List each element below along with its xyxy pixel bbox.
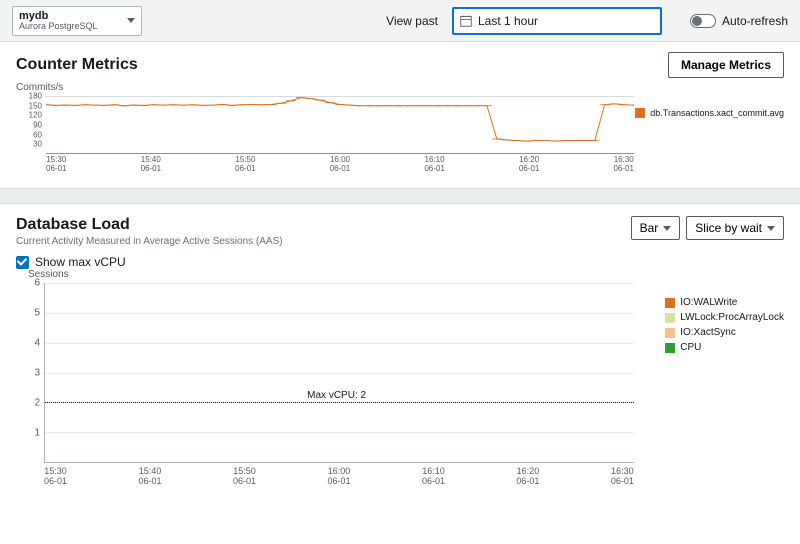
y-tick: 2 (34, 398, 40, 409)
y-tick: 30 (33, 140, 42, 149)
legend-swatch (665, 343, 675, 353)
y-tick: 3 (34, 368, 40, 379)
x-tick: 15:3006-01 (44, 467, 67, 491)
y-tick: 60 (33, 130, 42, 139)
db-name: mydb (19, 10, 98, 22)
slice-by-dropdown[interactable]: Slice by wait (686, 216, 784, 240)
legend-swatch (635, 108, 645, 118)
x-tick: 15:5006-01 (235, 156, 255, 178)
chevron-down-icon (127, 18, 135, 23)
legend-label: LWLock:ProcArrayLock (680, 312, 784, 323)
db-engine: Aurora PostgreSQL (19, 22, 98, 32)
chevron-down-icon (767, 226, 775, 231)
y-tick: 180 (29, 92, 42, 101)
y-tick: 5 (34, 308, 40, 319)
time-range-selector[interactable]: Last 1 hour (452, 7, 662, 35)
legend-item: LWLock:ProcArrayLock (665, 312, 784, 323)
counter-legend: db.Transactions.xact_commit.avg (635, 108, 784, 118)
chart-type-dropdown[interactable]: Bar (631, 216, 681, 240)
load-legend: IO:WALWrite LWLock:ProcArrayLock IO:XactSy… (665, 297, 784, 357)
x-tick: 15:4006-01 (141, 156, 161, 178)
x-tick: 16:1006-01 (422, 467, 445, 491)
calendar-icon (460, 15, 472, 27)
legend-item: CPU (665, 342, 784, 353)
x-tick: 16:1006-01 (424, 156, 444, 178)
x-tick: 16:2006-01 (519, 156, 539, 178)
y-tick: 120 (29, 111, 42, 120)
db-load-subtitle: Current Activity Measured in Average Act… (16, 236, 283, 247)
toggle-icon (690, 14, 716, 28)
view-past-label: View past (386, 14, 438, 28)
y-tick: 4 (34, 338, 40, 349)
legend-item: IO:XactSync (665, 327, 784, 338)
auto-refresh-toggle[interactable]: Auto-refresh (690, 14, 788, 28)
x-tick: 16:0006-01 (327, 467, 350, 491)
x-tick: 15:4006-01 (138, 467, 161, 491)
x-tick: 15:5006-01 (233, 467, 256, 491)
x-tick: 16:3006-01 (613, 156, 633, 178)
y-tick: 1 (34, 428, 40, 439)
legend-label: IO:XactSync (680, 327, 736, 338)
db-load-chart: Sessions 654321 Max vCPU: 2 15:3006-0115… (16, 273, 784, 491)
legend-label: db.Transactions.xact_commit.avg (650, 108, 784, 118)
x-tick: 15:3006-01 (46, 156, 66, 178)
legend-swatch (665, 298, 675, 308)
counter-metrics-title: Counter Metrics (16, 56, 138, 74)
y-tick: 150 (29, 101, 42, 110)
max-vcpu-label: Max vCPU: 2 (304, 390, 369, 401)
legend-label: CPU (680, 342, 701, 353)
x-tick: 16:0006-01 (330, 156, 350, 178)
legend-swatch (665, 328, 675, 338)
db-instance-dropdown[interactable]: mydb Aurora PostgreSQL (12, 6, 142, 36)
x-tick: 16:2006-01 (516, 467, 539, 491)
counter-metrics-header: Counter Metrics Manage Metrics (0, 42, 800, 84)
section-divider (0, 188, 800, 204)
chevron-down-icon (663, 226, 671, 231)
legend-label: IO:WALWrite (680, 297, 737, 308)
manage-metrics-button[interactable]: Manage Metrics (668, 52, 784, 78)
top-bar: mydb Aurora PostgreSQL View past Last 1 … (0, 0, 800, 42)
legend-swatch (665, 313, 675, 323)
counter-metrics-chart: Commits/s 180150120906030 15:3006-0115:4… (16, 88, 784, 178)
x-tick: 16:3006-01 (611, 467, 634, 491)
show-max-vcpu-checkbox[interactable] (16, 256, 29, 269)
db-load-header: Database Load Current Activity Measured … (0, 204, 800, 251)
y-tick: 6 (34, 278, 40, 289)
db-load-title: Database Load (16, 216, 283, 234)
legend-item: IO:WALWrite (665, 297, 784, 308)
auto-refresh-label: Auto-refresh (722, 14, 788, 28)
y-tick: 90 (33, 121, 42, 130)
show-max-vcpu-label: Show max vCPU (35, 255, 126, 269)
time-range-value: Last 1 hour (478, 14, 538, 28)
